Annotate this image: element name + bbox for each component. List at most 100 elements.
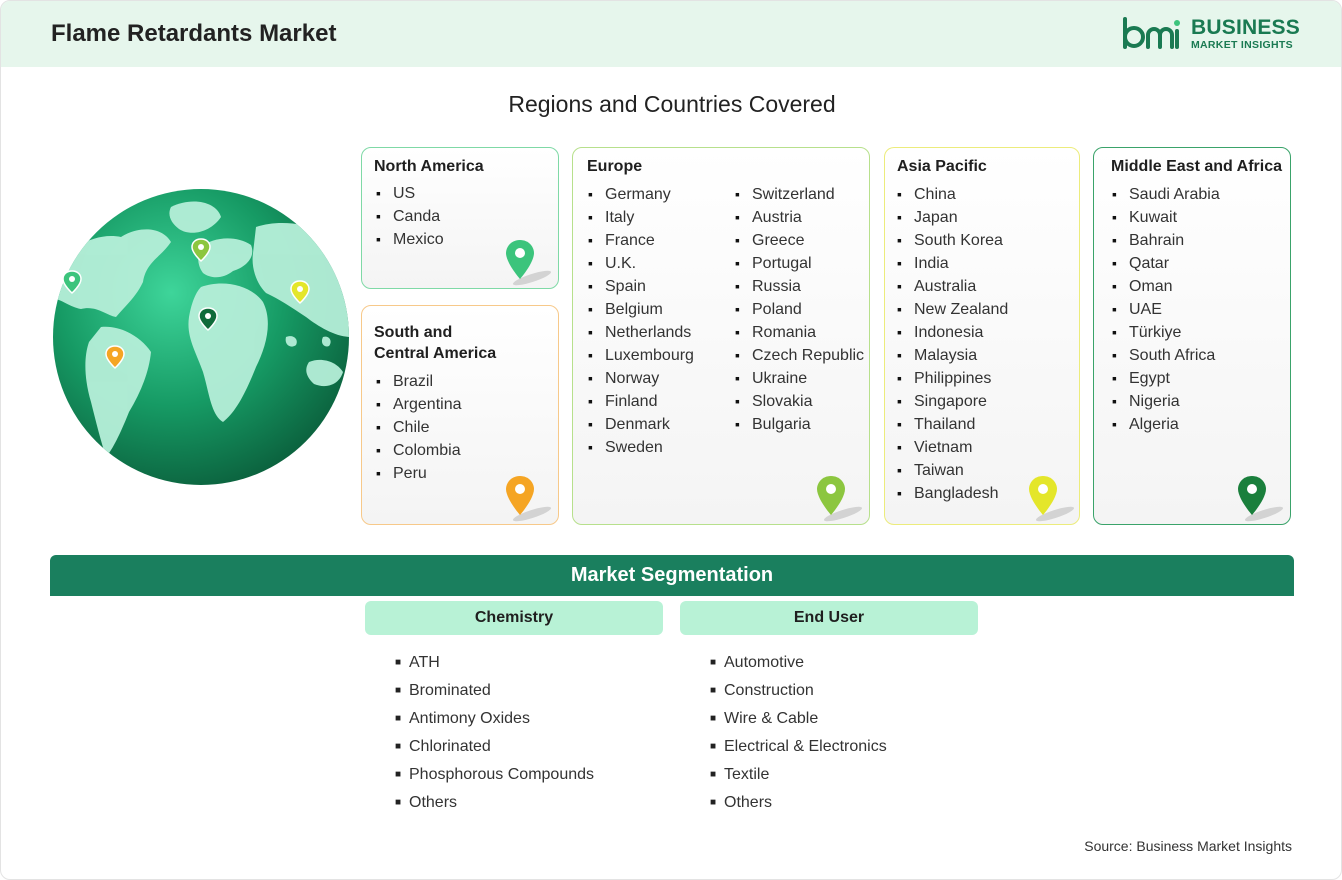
map-pin-icon <box>506 476 552 522</box>
country-item: France <box>588 229 694 252</box>
country-item: Argentina <box>376 393 462 416</box>
country-item: Luxembourg <box>588 344 694 367</box>
country-item: Switzerland <box>735 183 864 206</box>
country-item: Taiwan <box>897 459 1008 482</box>
country-item: Romania <box>735 321 864 344</box>
segment-item: Chlorinated <box>395 733 594 761</box>
region-title-north-america: North America <box>374 158 484 175</box>
region-card-middle-east-africa: Middle East and Africa Saudi Arabia Kuwa… <box>1093 147 1291 525</box>
country-list-asia-pacific: China Japan South Korea India Australia … <box>897 183 1008 505</box>
country-list-south-central-america: Brazil Argentina Chile Colombia Peru <box>376 370 462 485</box>
segment-item: Others <box>710 789 887 817</box>
segment-item: Automotive <box>710 649 887 677</box>
country-item: Japan <box>897 206 1008 229</box>
infographic-frame: Flame Retardants Market BUSINESS MARKET … <box>0 0 1342 880</box>
segment-item: Textile <box>710 761 887 789</box>
segment-list-chemistry: ATH Brominated Antimony Oxides Chlorinat… <box>395 649 594 817</box>
brand-logo: BUSINESS MARKET INSIGHTS <box>1121 15 1301 55</box>
country-item: Bahrain <box>1112 229 1220 252</box>
country-item: Colombia <box>376 439 462 462</box>
segment-item: Brominated <box>395 677 594 705</box>
country-item: U.K. <box>588 252 694 275</box>
country-item: Austria <box>735 206 864 229</box>
source-note: Source: Business Market Insights <box>1084 838 1292 854</box>
country-item: Philippines <box>897 367 1008 390</box>
country-item: Egypt <box>1112 367 1220 390</box>
country-item: Chile <box>376 416 462 439</box>
country-item: Bangladesh <box>897 482 1008 505</box>
country-item: Denmark <box>588 413 694 436</box>
country-item: Spain <box>588 275 694 298</box>
region-card-asia-pacific: Asia Pacific China Japan South Korea Ind… <box>884 147 1080 525</box>
region-title-europe: Europe <box>587 158 643 175</box>
segment-item: Wire & Cable <box>710 705 887 733</box>
region-title-line1: South and <box>374 324 453 341</box>
region-card-north-america: North America US Canda Mexico <box>361 147 559 289</box>
segment-item: Construction <box>710 677 887 705</box>
region-card-south-central-america: South and Central America Brazil Argenti… <box>361 305 559 525</box>
logo-text-business: BUSINESS <box>1191 16 1300 39</box>
segment-header-end-user: End User <box>680 601 978 635</box>
country-item: Qatar <box>1112 252 1220 275</box>
segmentation-title-bar: Market Segmentation <box>50 555 1294 596</box>
country-item: Portugal <box>735 252 864 275</box>
country-item: Peru <box>376 462 462 485</box>
country-item: Kuwait <box>1112 206 1220 229</box>
country-item: Norway <box>588 367 694 390</box>
country-item: Oman <box>1112 275 1220 298</box>
map-pin-icon <box>1029 476 1075 522</box>
country-item: UAE <box>1112 298 1220 321</box>
segment-item: Phosphorous Compounds <box>395 761 594 789</box>
country-item: Bulgaria <box>735 413 864 436</box>
country-item: Singapore <box>897 390 1008 413</box>
region-title-asia-pacific: Asia Pacific <box>897 158 987 175</box>
country-item: Slovakia <box>735 390 864 413</box>
country-item: Mexico <box>376 228 444 251</box>
segment-item: Electrical & Electronics <box>710 733 887 761</box>
logo-text-market-insights: MARKET INSIGHTS <box>1191 39 1293 51</box>
country-list-europe-col1: Germany Italy France U.K. Spain Belgium … <box>588 183 694 459</box>
country-item: Ukraine <box>735 367 864 390</box>
country-item: Nigeria <box>1112 390 1220 413</box>
country-item: Belgium <box>588 298 694 321</box>
country-item: Czech Republic <box>735 344 864 367</box>
country-item: Italy <box>588 206 694 229</box>
country-item: New Zealand <box>897 298 1008 321</box>
segment-item: Others <box>395 789 594 817</box>
country-item: Germany <box>588 183 694 206</box>
header-bar: Flame Retardants Market BUSINESS MARKET … <box>1 1 1341 67</box>
country-item: South Africa <box>1112 344 1220 367</box>
country-item: US <box>376 182 444 205</box>
map-pin-icon <box>1238 476 1284 522</box>
country-list-europe-col2: Switzerland Austria Greece Portugal Russ… <box>735 183 864 436</box>
country-item: Indonesia <box>897 321 1008 344</box>
country-item: Thailand <box>897 413 1008 436</box>
country-item: Poland <box>735 298 864 321</box>
country-item: Türkiye <box>1112 321 1220 344</box>
globe-illustration <box>53 189 349 485</box>
country-item: China <box>897 183 1008 206</box>
segment-header-chemistry: Chemistry <box>365 601 663 635</box>
country-item: Finland <box>588 390 694 413</box>
country-item: India <box>897 252 1008 275</box>
segment-item: Antimony Oxides <box>395 705 594 733</box>
country-list-north-america: US Canda Mexico <box>376 182 444 251</box>
country-list-middle-east-africa: Saudi Arabia Kuwait Bahrain Qatar Oman U… <box>1112 183 1220 436</box>
country-item: Saudi Arabia <box>1112 183 1220 206</box>
region-title-south-central-america: South and Central America <box>374 322 496 364</box>
country-item: Algeria <box>1112 413 1220 436</box>
country-item: Brazil <box>376 370 462 393</box>
country-item: Vietnam <box>897 436 1008 459</box>
region-title-line2: Central America <box>374 345 497 362</box>
country-item: Netherlands <box>588 321 694 344</box>
region-title-middle-east-africa: Middle East and Africa <box>1111 158 1282 175</box>
country-item: Greece <box>735 229 864 252</box>
country-item: South Korea <box>897 229 1008 252</box>
page-title: Flame Retardants Market <box>51 20 337 47</box>
segment-item: ATH <box>395 649 594 677</box>
map-pin-icon <box>506 240 552 286</box>
country-item: Malaysia <box>897 344 1008 367</box>
region-card-europe: Europe Germany Italy France U.K. Spain B… <box>572 147 870 525</box>
map-pin-icon <box>817 476 863 522</box>
bmi-logo-icon <box>1123 17 1180 49</box>
